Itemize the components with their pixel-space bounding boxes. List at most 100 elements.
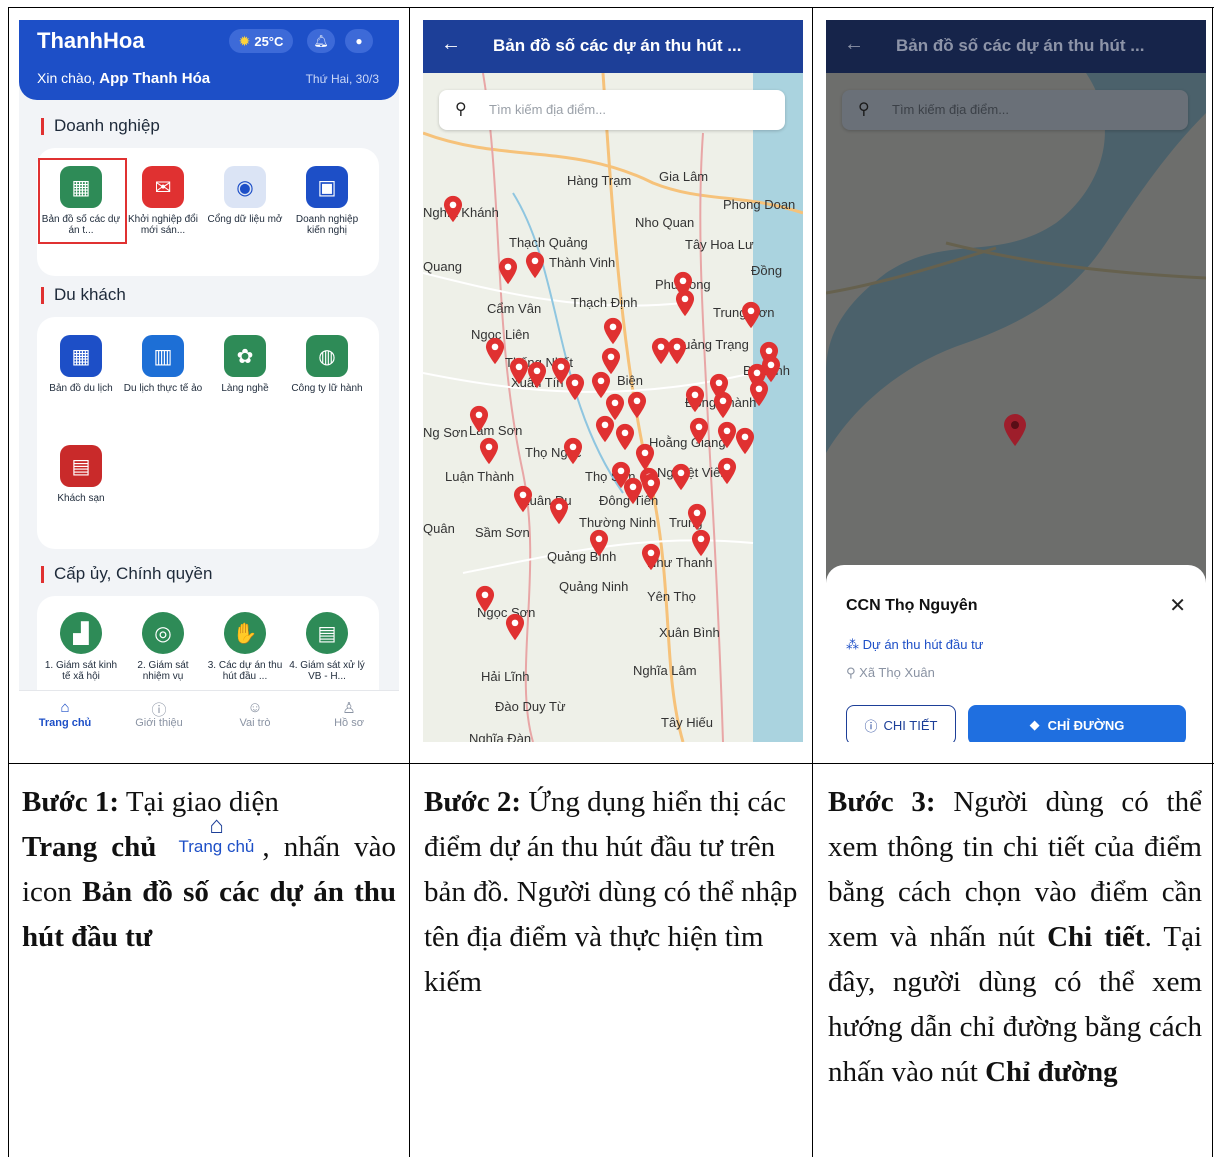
tile-virtual-tour[interactable]: ▥ Du lịch thực tế ảo — [123, 335, 203, 394]
map-pin-icon[interactable] — [626, 391, 648, 419]
map-pin-icon[interactable] — [688, 417, 710, 445]
detail-title: Bản đồ số các dự án thu hút ... — [896, 36, 1145, 55]
map-place-label: Đồng — [751, 263, 783, 278]
map-pin-icon[interactable] — [562, 437, 584, 465]
selected-map-pin-icon[interactable] — [1002, 413, 1028, 447]
task-coin-icon: ◎ — [142, 612, 184, 654]
tile-craft-village[interactable]: ✿ Làng nghề — [205, 335, 285, 394]
map-pin-icon[interactable] — [504, 613, 526, 641]
map-pin-icon[interactable] — [614, 423, 636, 451]
map-pin-icon[interactable] — [670, 463, 692, 491]
close-icon[interactable]: ✕ — [1169, 593, 1186, 618]
map-pin-icon[interactable] — [640, 543, 662, 571]
map-pin-icon[interactable] — [674, 289, 696, 317]
map-pin-icon[interactable] — [600, 347, 622, 375]
nav-about[interactable]: ⓘ Giới thiệu — [119, 699, 199, 729]
investment-hand-icon: ✋ — [224, 612, 266, 654]
map-pin-icon[interactable] — [740, 301, 762, 329]
nav-label: Trang chủ — [38, 717, 92, 729]
tile-investment-projects[interactable]: ✋ 3. Các dự án thu hút đầu ... — [205, 612, 285, 682]
map-pin-icon[interactable] — [602, 317, 624, 345]
map-pin-icon[interactable] — [548, 497, 570, 525]
map-pin-icon[interactable] — [442, 195, 464, 223]
nav-profile[interactable]: ♙ Hồ sơ — [309, 699, 389, 729]
current-date: Thứ Hai, 30/3 — [305, 72, 379, 86]
map-pin-icon[interactable] — [564, 373, 586, 401]
map-pin-icon[interactable] — [734, 427, 756, 455]
map-pin-icon[interactable] — [686, 503, 708, 531]
data-portal-icon: ◉ — [224, 166, 266, 208]
map-pin-icon[interactable] — [524, 251, 546, 279]
map-pin-icon[interactable] — [484, 337, 506, 365]
step-3-detail: Chi tiết — [1047, 921, 1145, 953]
map-pin-icon[interactable] — [666, 337, 688, 365]
step-2-text: Bước 2: Ứng dụng hiển thị các điểm dự án… — [424, 780, 800, 1005]
map-pin-icon[interactable] — [748, 379, 770, 407]
tile-label: Du lịch thực tế ảo — [123, 383, 203, 394]
map-place-label: Thạch Định — [571, 295, 638, 310]
location-pin-icon: ⚲ — [846, 665, 856, 680]
map-pin-icon[interactable] — [690, 529, 712, 557]
step-1-part-a: Tại giao diện — [125, 786, 279, 818]
weather-badge[interactable]: ✹ 25°C — [229, 29, 293, 53]
table-divider-1 — [409, 7, 410, 1157]
map-pin-icon[interactable] — [478, 437, 500, 465]
step-1-label: Bước 1: — [22, 786, 120, 818]
map-place-label: Thành Vinh — [549, 255, 616, 270]
app-brand: ThanhHoa — [37, 28, 145, 53]
search-placeholder: Tìm kiếm địa điểm... — [892, 102, 1010, 117]
map-pin-icon[interactable] — [716, 457, 738, 485]
search-input[interactable]: ⚲ Tìm kiếm địa điểm... — [842, 90, 1188, 130]
map-pin-icon[interactable] — [640, 473, 662, 501]
map-pin-icon[interactable] — [526, 361, 548, 389]
search-placeholder: Tìm kiếm địa điểm... — [489, 102, 607, 117]
map-place-label: Nghĩa Đàn — [469, 731, 532, 742]
role-icon: ☺ — [247, 699, 263, 716]
step-2-label: Bước 2: — [424, 786, 522, 818]
search-icon: ⚲ — [858, 101, 870, 118]
map-pin-icon[interactable] — [684, 385, 706, 413]
notification-button[interactable]: 🔔︎ — [307, 29, 335, 53]
directions-icon: ◆ — [1029, 717, 1040, 732]
nav-role[interactable]: ☺ Vai trò — [215, 699, 295, 729]
bell-icon: 🔔︎ — [313, 34, 329, 48]
tile-business-feedback[interactable]: ▣ Doanh nghiệp kiến nghị — [287, 166, 367, 236]
map-pin-icon[interactable] — [594, 415, 616, 443]
back-arrow-icon[interactable]: ← — [844, 33, 864, 56]
directions-button[interactable]: ◆ CHỈ ĐƯỜNG — [968, 705, 1186, 742]
nav-home[interactable]: ⌂ Trang chủ — [25, 699, 105, 729]
detail-button-label: CHI TIẾT — [883, 717, 938, 733]
tile-travel-company[interactable]: ◍ Công ty lữ hành — [287, 335, 367, 394]
map-place-label: Luận Thành — [445, 469, 515, 484]
tile-hotel[interactable]: ▤ Khách sạn — [41, 445, 121, 504]
account-button[interactable]: ● — [345, 29, 373, 53]
tile-data-portal[interactable]: ◉ Cổng dữ liệu mở — [205, 166, 285, 225]
map-screen: Hàng Trạm Gia Lâm Phong Doan Nho Quan Thạch … — [423, 20, 803, 742]
map-pin-icon[interactable] — [712, 391, 734, 419]
project-map[interactable]: Hàng Trạm Gia Lâm Phong Doan Nho Quan Thạch … — [423, 73, 803, 742]
map-place-label: Nghĩa Lâm — [633, 663, 697, 678]
tile-travel-map[interactable]: ▦ Bản đồ du lịch — [41, 335, 121, 394]
detail-button[interactable]: ⓘ CHI TIẾT — [846, 705, 956, 742]
map-pin-icon[interactable] — [474, 585, 496, 613]
info-icon: ⓘ — [864, 718, 878, 734]
profile-icon: ♙ — [342, 700, 356, 717]
map-place-label: Hải Lĩnh — [481, 669, 530, 684]
map-place-label: Gia Lâm — [659, 169, 709, 184]
map-pin-icon[interactable] — [588, 529, 610, 557]
section-accent — [41, 117, 44, 135]
travel-map-icon: ▦ — [60, 335, 102, 377]
category-text: Dự án thu hút đầu tư — [862, 637, 984, 652]
tile-startup[interactable]: ✉ Khởi nghiệp đổi mới sán... — [123, 166, 203, 236]
search-input[interactable]: ⚲ Tìm kiếm địa điểm... — [439, 90, 785, 130]
tile-document-monitor[interactable]: ▤ 4. Giám sát xử lý VB - H... — [287, 612, 367, 682]
map-pin-icon[interactable] — [497, 257, 519, 285]
tile-task-monitor[interactable]: ◎ 2. Giám sát nhiệm vụ — [123, 612, 203, 682]
back-arrow-icon[interactable]: ← — [441, 33, 461, 56]
inline-home-nav: ⌂ Trang chủ — [178, 814, 254, 856]
map-pin-icon[interactable] — [512, 485, 534, 513]
place-location: ⚲ Xã Thọ Xuân — [846, 665, 935, 681]
tile-economy-monitor[interactable]: ▟ 1. Giám sát kinh tế xã hội — [41, 612, 121, 682]
map-pin-icon[interactable] — [468, 405, 490, 433]
virtual-tour-icon: ▥ — [142, 335, 184, 377]
